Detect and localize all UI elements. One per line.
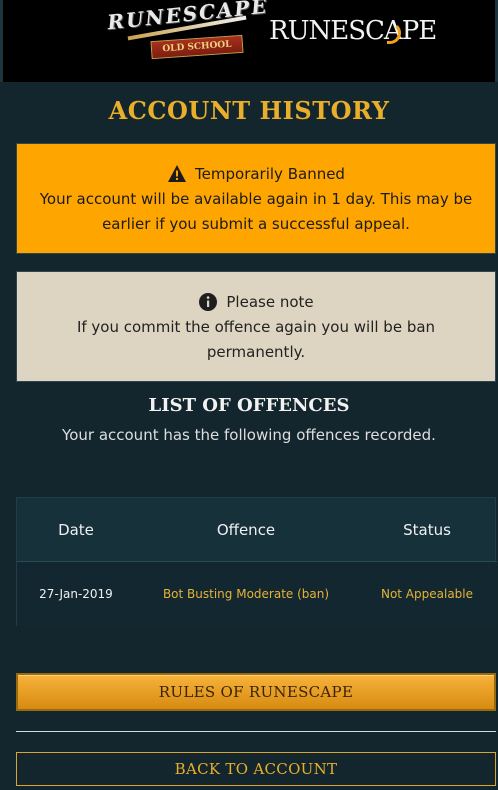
back-to-account-button[interactable]: BACK TO ACCOUNT (16, 752, 496, 786)
alert-title: Temporarily Banned (195, 165, 345, 183)
column-header-date: Date (58, 520, 94, 539)
rules-of-runescape-button[interactable]: RULES OF RUNESCAPE (16, 673, 496, 711)
old-school-runescape-logo[interactable]: RUNESCAPE OLD SCHOOL (106, 0, 270, 64)
temporarily-banned-alert: Temporarily Banned Your account will be … (16, 143, 496, 254)
offence-status: Not Appealable (380, 587, 474, 601)
alert-heading: Please note (17, 292, 495, 312)
column-header-offence: Offence (216, 520, 276, 539)
alert-title: Please note (226, 293, 314, 311)
table-row: 27-Jan-2019 Bot Busting Moderate (ban) N… (17, 562, 497, 626)
alert-heading: Temporarily Banned (17, 164, 495, 184)
page-title: ACCOUNT HISTORY (108, 96, 390, 125)
site-header: RUNESCAPE OLD SCHOOL RUNESCAPE (0, 0, 498, 82)
table-header: Date Offence Status (17, 498, 497, 562)
info-icon (199, 293, 218, 311)
please-note-alert: Please note If you commit the offence ag… (16, 271, 496, 382)
warning-icon (168, 165, 187, 182)
column-header-status: Status (403, 520, 451, 539)
osrs-logo-banner: OLD SCHOOL (150, 34, 244, 60)
offence-date: 27-Jan-2019 (39, 587, 113, 601)
divider (16, 731, 496, 732)
rs-logo-word: RUNESCAPE (269, 16, 437, 46)
runescape-logo[interactable]: RUNESCAPE (269, 12, 437, 56)
offence-name[interactable]: Bot Busting Moderate (ban) (135, 587, 357, 601)
offences-table: Date Offence Status 27-Jan-2019 Bot Bust… (16, 497, 497, 626)
alert-message: Your account will be available again in … (39, 190, 473, 233)
offences-title: LIST OF OFFENCES (148, 395, 350, 416)
alert-message: If you commit the offence again you will… (76, 318, 436, 361)
offences-subtitle: Your account has the following offences … (62, 426, 436, 444)
